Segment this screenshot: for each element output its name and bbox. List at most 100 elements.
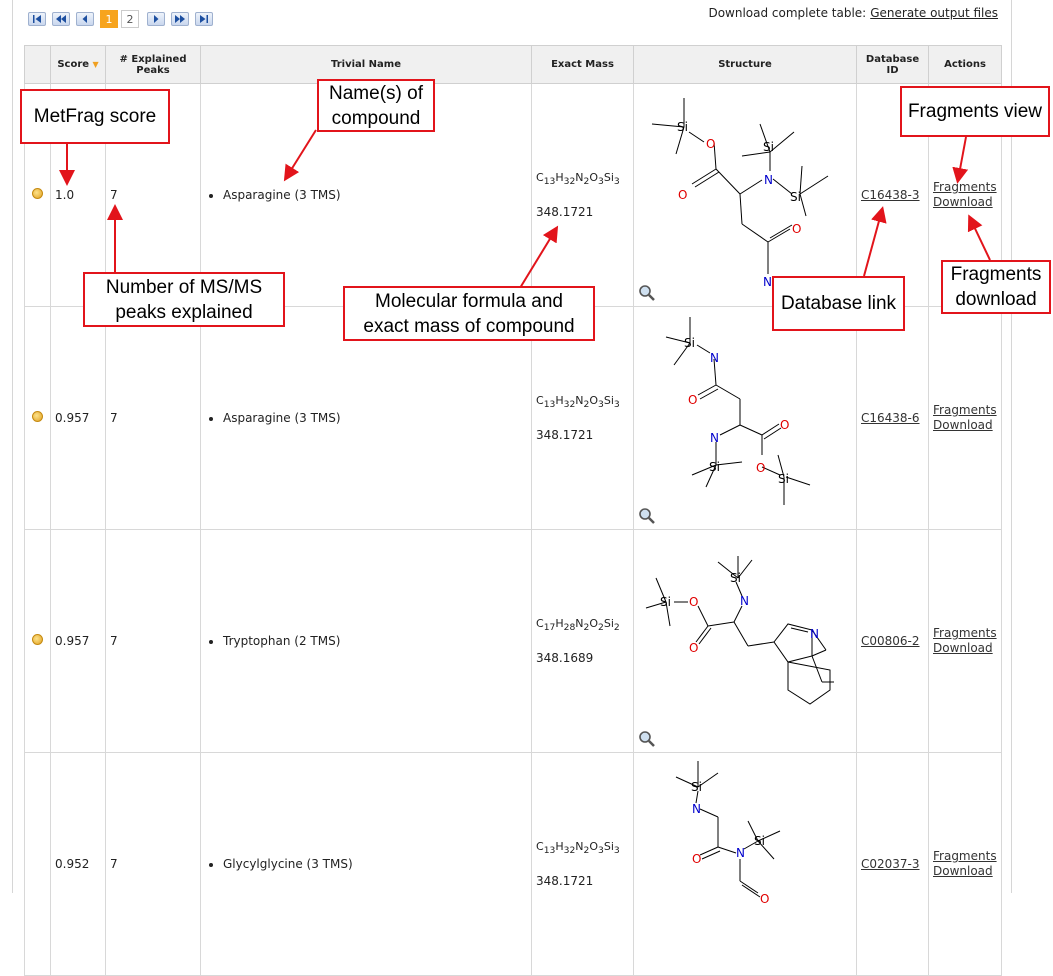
- structure-cell: Si N O O N O Si Si: [633, 306, 857, 530]
- results-table: Score ▼ # Explained Peaks Trivial Name E…: [24, 45, 1002, 976]
- svg-text:N: N: [764, 173, 773, 187]
- sort-desc-icon: ▼: [92, 60, 99, 69]
- fragments-link[interactable]: Fragments: [933, 626, 997, 641]
- actions-header: Actions: [928, 45, 1002, 84]
- exact-mass-value: 348.1689: [536, 651, 594, 666]
- svg-text:N: N: [710, 431, 719, 445]
- exact-mass-cell: C17H28N2O2Si2 348.1689: [531, 529, 634, 753]
- score-cell: 0.957: [50, 529, 106, 753]
- previous-icon: [82, 15, 87, 23]
- callout-compound-names: Name(s) of compound: [317, 79, 435, 132]
- database-link[interactable]: C00806-2: [861, 634, 920, 648]
- molecular-formula: C13H32N2O3Si3: [536, 839, 620, 857]
- row-select-radio[interactable]: [32, 634, 43, 645]
- download-link[interactable]: Download: [933, 418, 997, 433]
- exact-mass-value: 348.1721: [536, 205, 594, 220]
- database-id-cell: C00806-2: [856, 529, 929, 753]
- svg-text:O: O: [688, 393, 697, 407]
- callout-fragments-download: Fragments download: [941, 260, 1051, 314]
- database-id-cell: C02037-3: [856, 752, 929, 976]
- molecular-formula: C13H32N2O3Si3: [536, 393, 620, 411]
- database-link[interactable]: C16438-6: [861, 411, 920, 425]
- svg-text:Si: Si: [763, 140, 774, 154]
- actions-cell: Fragments Download: [928, 752, 1002, 976]
- score-header[interactable]: Score ▼: [50, 45, 106, 84]
- svg-text:N: N: [810, 627, 819, 641]
- svg-text:N: N: [740, 594, 749, 608]
- svg-text:N: N: [736, 846, 745, 860]
- molecular-formula: C13H32N2O3Si3: [536, 170, 620, 188]
- row-select-radio[interactable]: [32, 411, 43, 422]
- fast-forward-icon: [175, 15, 185, 23]
- callout-formula-mass: Molecular formula and exact mass of comp…: [343, 286, 595, 341]
- row-select-radio[interactable]: [32, 188, 43, 199]
- structure-image: Si O O Si N Si O N: [651, 98, 829, 289]
- structure-header: Structure: [633, 45, 857, 84]
- database-link[interactable]: C02037-3: [861, 857, 920, 871]
- svg-text:Si: Si: [778, 472, 789, 486]
- zoom-icon[interactable]: [638, 730, 656, 748]
- svg-text:Si: Si: [790, 190, 801, 204]
- first-page-button[interactable]: [28, 12, 46, 26]
- next-page-button[interactable]: [147, 12, 165, 26]
- table-row: 0.952 7 Glycylglycine (3 TMS) C13H32N2O3…: [24, 752, 1002, 976]
- download-link[interactable]: Download: [933, 641, 997, 656]
- structure-image: Si N O O N O Si Si: [665, 317, 811, 505]
- first-page-icon: [33, 15, 41, 23]
- peaks-cell: 7: [105, 306, 201, 530]
- pagination: 1 2: [28, 10, 219, 28]
- fast-rewind-button[interactable]: [52, 12, 70, 26]
- database-link[interactable]: C16438-3: [861, 188, 920, 202]
- fragments-link[interactable]: Fragments: [933, 180, 997, 195]
- database-id-header[interactable]: Database ID: [856, 45, 929, 84]
- last-page-icon: [200, 15, 208, 23]
- svg-text:Si: Si: [730, 571, 741, 585]
- svg-text:N: N: [710, 351, 719, 365]
- trivial-name-cell: Tryptophan (2 TMS): [200, 529, 532, 753]
- fragments-link[interactable]: Fragments: [933, 403, 997, 418]
- row-select-cell: [24, 529, 51, 753]
- zoom-icon[interactable]: [638, 507, 656, 525]
- download-link[interactable]: Download: [933, 864, 997, 879]
- explained-peaks-header[interactable]: # Explained Peaks: [105, 45, 201, 84]
- download-bar: Download complete table: Generate output …: [708, 6, 998, 20]
- callout-explained-peaks: Number of MS/MS peaks explained: [83, 272, 285, 327]
- trivial-name-header[interactable]: Trivial Name: [200, 45, 532, 84]
- svg-text:N: N: [692, 802, 701, 816]
- svg-text:O: O: [760, 892, 769, 906]
- zoom-icon[interactable]: [638, 284, 656, 302]
- structure-cell: Si O O Si N Si O N: [633, 83, 857, 307]
- structure-cell: Si O O Si N N: [633, 529, 857, 753]
- page-1-button[interactable]: 1: [100, 10, 118, 28]
- svg-text:O: O: [792, 222, 801, 236]
- compound-name: Asparagine (3 TMS): [223, 411, 527, 425]
- svg-text:Si: Si: [684, 336, 695, 350]
- svg-text:Si: Si: [709, 460, 720, 474]
- svg-text:O: O: [678, 188, 687, 202]
- svg-text:O: O: [689, 641, 698, 655]
- svg-text:N: N: [763, 275, 772, 289]
- last-page-button[interactable]: [195, 12, 213, 26]
- page-2-button[interactable]: 2: [121, 10, 139, 28]
- fast-forward-button[interactable]: [171, 12, 189, 26]
- structure-image: Si O O Si N N: [645, 556, 834, 705]
- svg-text:Si: Si: [754, 834, 765, 848]
- callout-fragments-view: Fragments view: [900, 86, 1050, 137]
- generate-output-link[interactable]: Generate output files: [870, 6, 998, 20]
- previous-page-button[interactable]: [76, 12, 94, 26]
- fragments-link[interactable]: Fragments: [933, 849, 997, 864]
- exact-mass-cell: C13H32N2O3Si3 348.1721: [531, 83, 634, 307]
- svg-text:O: O: [756, 461, 765, 475]
- compound-name: Tryptophan (2 TMS): [223, 634, 527, 648]
- structure-image: Si N O N Si O: [675, 761, 781, 906]
- row-select-cell: [24, 752, 51, 976]
- header-row: Score ▼ # Explained Peaks Trivial Name E…: [24, 45, 1002, 84]
- next-icon: [154, 15, 159, 23]
- table-row: 0.957 7 Tryptophan (2 TMS) C17H28N2O2Si2…: [24, 529, 1002, 753]
- score-cell: 0.957: [50, 306, 106, 530]
- exact-mass-cell: C13H32N2O3Si3 348.1721: [531, 752, 634, 976]
- actions-cell: Fragments Download: [928, 306, 1002, 530]
- exact-mass-header[interactable]: Exact Mass: [531, 45, 634, 84]
- download-link[interactable]: Download: [933, 195, 997, 210]
- fast-rewind-icon: [56, 15, 66, 23]
